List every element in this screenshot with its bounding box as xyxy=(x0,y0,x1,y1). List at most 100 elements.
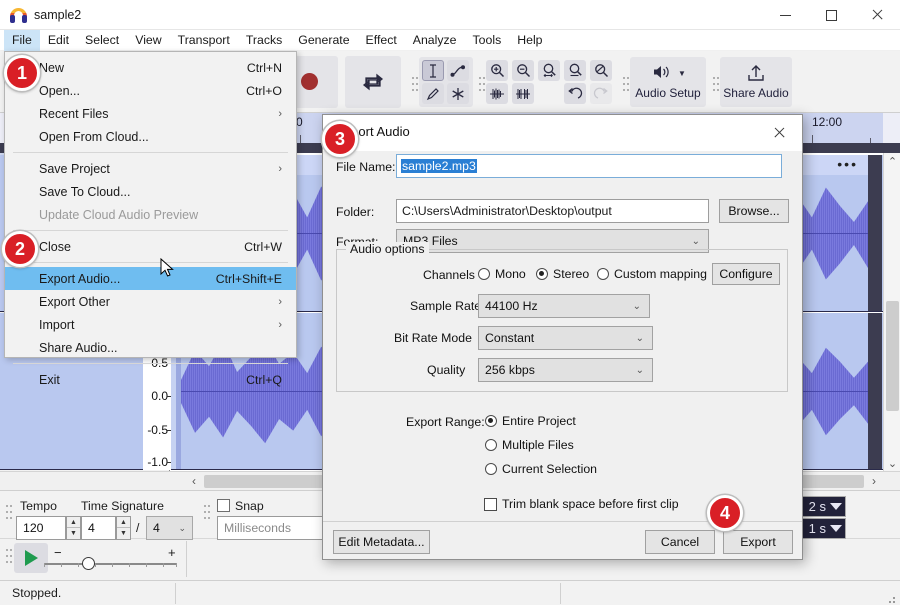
menu-effect[interactable]: Effect xyxy=(358,30,405,51)
configure-button[interactable]: Configure xyxy=(712,263,780,285)
toolbar-grip[interactable] xyxy=(203,497,210,531)
time-signature-stepper[interactable]: ▲ ▼ xyxy=(116,516,131,540)
scroll-right-icon[interactable]: › xyxy=(866,472,882,490)
menu-item-share-audio[interactable]: Share Audio... xyxy=(5,336,296,359)
scroll-down-icon[interactable]: ⌄ xyxy=(884,455,900,471)
menu-tracks[interactable]: Tracks xyxy=(238,30,290,51)
chevron-down-icon: ▼ xyxy=(678,69,686,78)
vertical-scroll-thumb[interactable] xyxy=(886,301,899,411)
menu-analyze[interactable]: Analyze xyxy=(405,30,465,51)
silence-audio-icon[interactable] xyxy=(512,83,534,104)
tempo-increment[interactable]: ▲ xyxy=(67,517,80,528)
menu-edit[interactable]: Edit xyxy=(40,30,77,51)
toolbar-grip[interactable] xyxy=(411,63,418,107)
edit-metadata-button[interactable]: Edit Metadata... xyxy=(333,530,430,554)
export-range-entire-project-radio[interactable] xyxy=(485,415,497,427)
snap-checkbox[interactable] xyxy=(217,499,230,512)
menu-transport[interactable]: Transport xyxy=(170,30,238,51)
export-range-current-selection-radio[interactable] xyxy=(485,463,497,475)
zoom-out-icon[interactable] xyxy=(512,60,534,81)
menu-select[interactable]: Select xyxy=(77,30,127,51)
time-box-1[interactable]: 2 s xyxy=(799,496,846,517)
trim-audio-icon[interactable] xyxy=(486,83,508,104)
selection-tool-icon[interactable] xyxy=(422,60,444,81)
time-signature-upper-input[interactable]: 4 xyxy=(81,516,116,540)
toolbar-grip[interactable] xyxy=(5,497,12,531)
toolbar-grip[interactable] xyxy=(478,63,485,107)
multi-tool-icon[interactable] xyxy=(447,83,469,104)
menu-item-save-project[interactable]: Save Project › xyxy=(5,157,296,180)
maximize-button[interactable] xyxy=(808,0,854,30)
time-sig-increment[interactable]: ▲ xyxy=(117,517,130,528)
menu-item-recent-files[interactable]: Recent Files › xyxy=(5,102,296,125)
menu-file[interactable]: File xyxy=(4,29,40,51)
chevron-down-icon xyxy=(830,525,842,532)
channels-stereo-radio[interactable] xyxy=(536,268,548,280)
menu-item-label: Save To Cloud... xyxy=(39,184,131,199)
cancel-button[interactable]: Cancel xyxy=(645,530,715,554)
menu-item-new[interactable]: New Ctrl+N xyxy=(5,56,296,79)
tempo-stepper[interactable]: ▲ ▼ xyxy=(66,516,81,540)
export-button[interactable]: Export xyxy=(723,530,793,554)
minimize-button[interactable] xyxy=(762,0,808,30)
export-audio-dialog: Export Audio File Name: sample2.mp3 Fold… xyxy=(322,114,803,560)
close-window-button[interactable] xyxy=(854,0,900,30)
folder-input[interactable]: C:\Users\Administrator\Desktop\output xyxy=(396,199,709,223)
tempo-decrement[interactable]: ▼ xyxy=(67,528,80,539)
file-name-input[interactable]: sample2.mp3 xyxy=(396,154,782,178)
menu-item-import[interactable]: Import › xyxy=(5,313,296,336)
draw-tool-icon[interactable] xyxy=(422,83,444,104)
resize-grip-icon[interactable] xyxy=(887,595,895,603)
scroll-up-icon[interactable]: ⌃ xyxy=(884,153,900,169)
undo-icon[interactable] xyxy=(564,83,586,104)
menu-help[interactable]: Help xyxy=(509,30,550,51)
menu-tools[interactable]: Tools xyxy=(465,30,510,51)
trim-blank-space-checkbox[interactable] xyxy=(484,498,497,511)
dialog-close-button[interactable] xyxy=(762,119,796,147)
zoom-toggle-icon[interactable] xyxy=(590,60,612,81)
file-menu-dropdown[interactable]: New Ctrl+N Open... Ctrl+O Recent Files ›… xyxy=(4,51,297,387)
menu-item-export-other[interactable]: Export Other › xyxy=(5,290,296,313)
channels-mono-radio[interactable] xyxy=(478,268,490,280)
time-signature-lower-select[interactable]: 4 ⌄ xyxy=(146,516,193,540)
clip-overflow-menu-icon[interactable]: ••• xyxy=(837,156,858,172)
browse-button[interactable]: Browse... xyxy=(719,199,789,223)
channels-custom-mapping-radio[interactable] xyxy=(597,268,609,280)
play-button[interactable] xyxy=(14,543,48,573)
time-sig-decrement[interactable]: ▼ xyxy=(117,528,130,539)
menu-item-open[interactable]: Open... Ctrl+O xyxy=(5,79,296,102)
audio-options-legend: Audio options xyxy=(346,242,429,256)
menu-item-open-from-cloud[interactable]: Open From Cloud... xyxy=(5,125,296,148)
playback-speed-knob[interactable] xyxy=(82,557,95,570)
menu-item-exit[interactable]: Exit Ctrl+Q xyxy=(5,368,296,391)
share-audio-button[interactable]: Share Audio xyxy=(720,57,792,107)
scroll-left-icon[interactable]: ‹ xyxy=(186,472,202,490)
bit-rate-mode-select[interactable]: Constant ⌄ xyxy=(478,326,653,350)
menu-item-save-to-cloud[interactable]: Save To Cloud... xyxy=(5,180,296,203)
time-box-2[interactable]: 1 s xyxy=(799,518,846,539)
fit-selection-icon[interactable] xyxy=(538,60,560,81)
audio-setup-button[interactable]: ▼ Audio Setup xyxy=(630,57,706,107)
callout-4: 4 xyxy=(707,495,743,531)
quality-select[interactable]: 256 kbps ⌄ xyxy=(478,358,653,382)
menu-generate[interactable]: Generate xyxy=(290,30,357,51)
menu-view[interactable]: View xyxy=(127,30,169,51)
vruler-label-3: -0.5 xyxy=(147,423,168,437)
ruler-label-0: 0 xyxy=(296,115,303,129)
menu-item-export-audio[interactable]: Export Audio... Ctrl+Shift+E xyxy=(5,267,296,290)
tempo-input[interactable]: 120 xyxy=(16,516,66,540)
envelope-tool-icon[interactable] xyxy=(447,60,469,81)
redo-icon[interactable] xyxy=(590,83,612,104)
sample-rate-select[interactable]: 44100 Hz ⌄ xyxy=(478,294,650,318)
toolbar-grip[interactable] xyxy=(622,63,629,107)
fit-project-icon[interactable] xyxy=(564,60,586,81)
export-range-multiple-files-radio[interactable] xyxy=(485,439,497,451)
time-signature-label: Time Signature xyxy=(81,499,164,513)
toolbar-grip[interactable] xyxy=(712,63,719,107)
zoom-in-icon[interactable] xyxy=(486,60,508,81)
loop-button[interactable] xyxy=(345,56,401,108)
vertical-scrollbar[interactable]: ⌃ ⌄ xyxy=(883,153,900,471)
playback-speed-slider[interactable] xyxy=(44,563,176,565)
toolbar-grip[interactable] xyxy=(5,543,12,573)
menu-item-close[interactable]: Close Ctrl+W xyxy=(5,235,296,258)
